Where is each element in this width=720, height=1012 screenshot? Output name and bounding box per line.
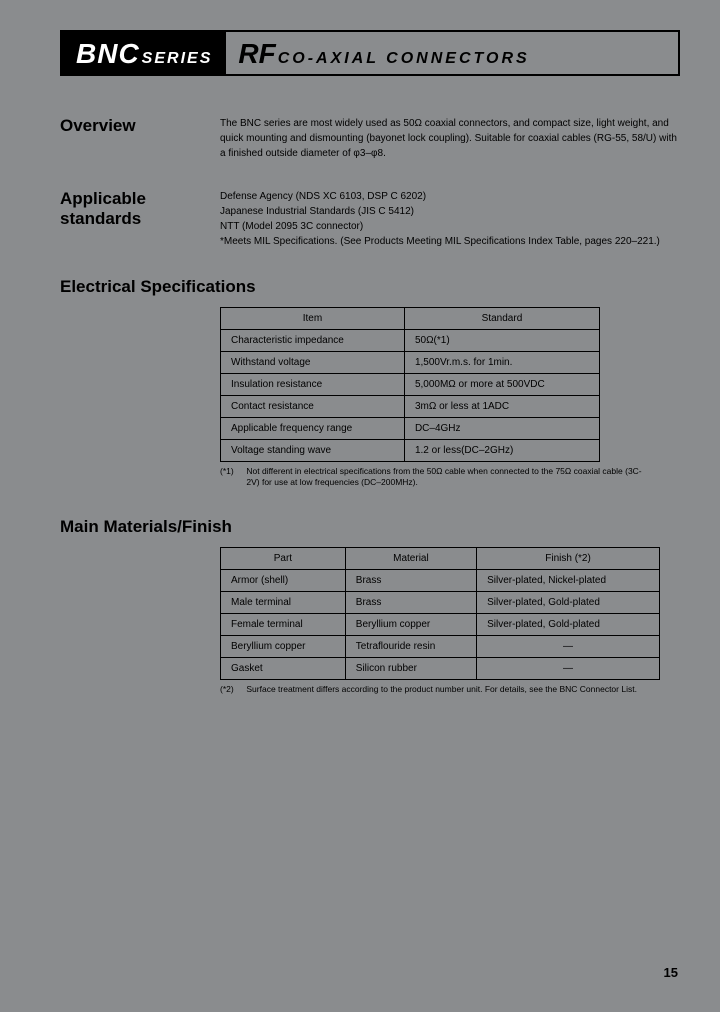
materials-th-finish: Finish (*2)	[477, 547, 660, 569]
title-right-small: CO-AXIAL CONNECTORS	[278, 50, 530, 68]
elec-heading: Electrical Specifications	[60, 277, 680, 297]
elec-body: Item Standard Characteristic impedance50…	[220, 307, 680, 489]
overview-body: The BNC series are most widely used as 5…	[220, 116, 680, 161]
standards-line: *Meets MIL Specifications. (See Products…	[220, 234, 680, 249]
materials-body: Part Material Finish (*2) Armor (shell)B…	[220, 547, 680, 695]
table-row: Characteristic impedance50Ω(*1)	[221, 330, 600, 352]
materials-footnote-label: (*2)	[220, 684, 244, 695]
materials-heading: Main Materials/Finish	[60, 517, 680, 537]
page: BNC SERIES RF CO-AXIAL CONNECTORS Overvi…	[0, 0, 720, 1012]
table-row: Contact resistance3mΩ or less at 1ADC	[221, 396, 600, 418]
title-right: RF CO-AXIAL CONNECTORS	[226, 32, 678, 74]
elec-footnote-text: Not different in electrical specificatio…	[246, 466, 646, 489]
standards-body: Defense Agency (NDS XC 6103, DSP C 6202)…	[220, 189, 680, 249]
table-row: GasketSilicon rubber—	[221, 657, 660, 679]
materials-section: Main Materials/Finish Part Material Fini…	[60, 517, 680, 695]
title-left-big: BNC	[76, 38, 140, 70]
title-right-big: RF	[238, 38, 275, 70]
elec-table: Item Standard Characteristic impedance50…	[220, 307, 600, 462]
materials-footnote-text: Surface treatment differs according to t…	[246, 684, 646, 695]
elec-footnote: (*1) Not different in electrical specifi…	[220, 466, 660, 489]
materials-footnote: (*2) Surface treatment differs according…	[220, 684, 660, 695]
standards-section: Applicable standards Defense Agency (NDS…	[60, 189, 680, 249]
materials-th-part: Part	[221, 547, 346, 569]
standards-line: Japanese Industrial Standards (JIS C 541…	[220, 204, 680, 219]
standards-line: NTT (Model 2095 3C connector)	[220, 219, 680, 234]
table-row: Male terminalBrassSilver-plated, Gold-pl…	[221, 591, 660, 613]
standards-line: Defense Agency (NDS XC 6103, DSP C 6202)	[220, 189, 680, 204]
materials-th-material: Material	[345, 547, 476, 569]
page-number: 15	[664, 965, 678, 980]
overview-heading: Overview	[60, 116, 220, 136]
elec-th-standard: Standard	[404, 308, 599, 330]
elec-section: Electrical Specifications Item Standard …	[60, 277, 680, 489]
elec-footnote-label: (*1)	[220, 466, 244, 477]
table-row: Armor (shell)BrassSilver-plated, Nickel-…	[221, 569, 660, 591]
standards-heading: Applicable standards	[60, 189, 220, 229]
table-row: Beryllium copperTetraflouride resin—	[221, 635, 660, 657]
title-bar: BNC SERIES RF CO-AXIAL CONNECTORS	[60, 30, 680, 76]
table-row: Withstand voltage1,500Vr.m.s. for 1min.	[221, 352, 600, 374]
overview-section: Overview The BNC series are most widely …	[60, 116, 680, 161]
table-row: Voltage standing wave1.2 or less(DC–2GHz…	[221, 440, 600, 462]
table-row: Insulation resistance5,000MΩ or more at …	[221, 374, 600, 396]
table-row: Female terminalBeryllium copperSilver-pl…	[221, 613, 660, 635]
title-left-small: SERIES	[142, 50, 213, 68]
title-left: BNC SERIES	[62, 32, 226, 74]
materials-table: Part Material Finish (*2) Armor (shell)B…	[220, 547, 660, 680]
elec-th-item: Item	[221, 308, 405, 330]
table-row: Applicable frequency rangeDC–4GHz	[221, 418, 600, 440]
